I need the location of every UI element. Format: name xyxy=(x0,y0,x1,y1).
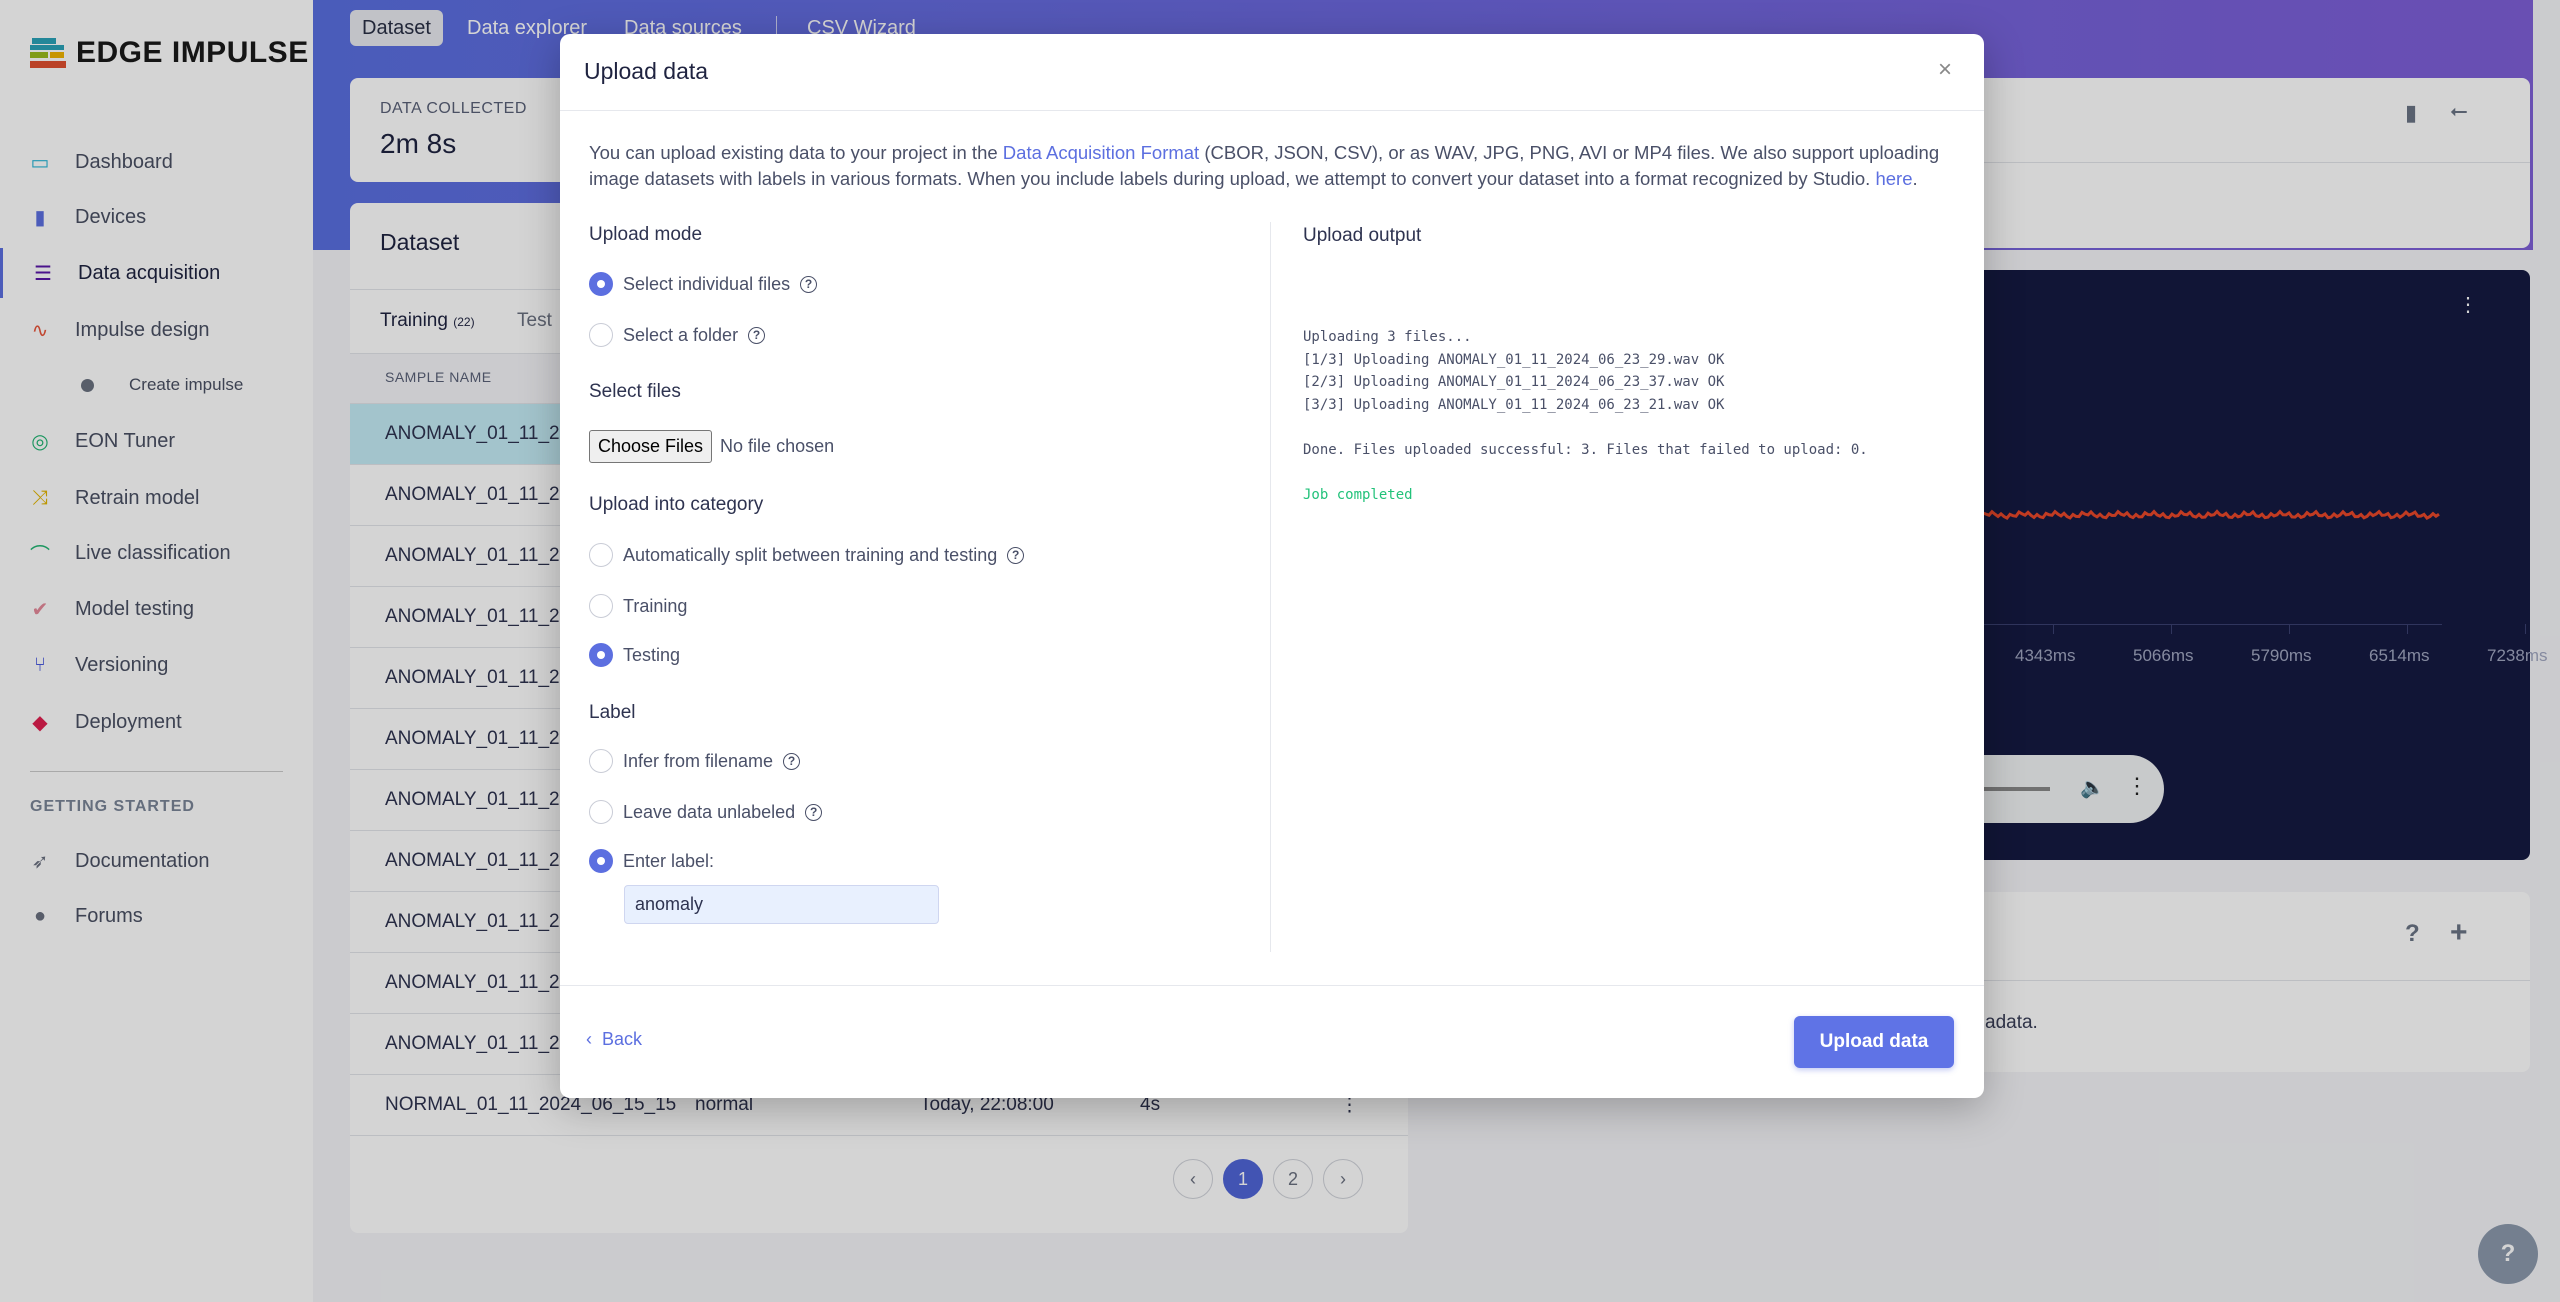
file-input[interactable]: Choose Files No file chosen xyxy=(589,430,834,463)
choose-files-button[interactable]: Choose Files xyxy=(589,430,713,463)
log-line: Uploading 3 files... xyxy=(1303,329,1472,345)
radio-training[interactable]: Training xyxy=(589,594,687,618)
upload-mode-heading: Upload mode xyxy=(589,224,703,245)
help-icon: ? xyxy=(748,326,766,344)
help-icon: ? xyxy=(800,275,818,293)
category-heading: Upload into category xyxy=(589,494,764,515)
radio-leave-unlabeled[interactable]: Leave data unlabeled? xyxy=(589,800,823,824)
radio-select-folder[interactable]: Select a folder? xyxy=(589,323,766,347)
radio-select-individual-files[interactable]: Select individual files? xyxy=(589,272,818,296)
log-line: Job completed xyxy=(1303,486,1413,503)
modal-description: You can upload existing data to your pro… xyxy=(589,142,1940,189)
label-heading: Label xyxy=(589,702,636,723)
log-line: [1/3] Uploading ANOMALY_01_11_2024_06_23… xyxy=(1303,351,1725,368)
radio-infer-from-filename[interactable]: Infer from filename? xyxy=(589,749,801,773)
here-link[interactable]: here xyxy=(1875,168,1912,189)
modal-title: Upload data xyxy=(584,58,709,84)
radio-auto-split[interactable]: Automatically split between training and… xyxy=(589,543,1025,567)
data-acquisition-format-link[interactable]: Data Acquisition Format xyxy=(1003,142,1199,163)
radio-enter-label[interactable]: Enter label: xyxy=(589,849,714,873)
log-line: [2/3] Uploading ANOMALY_01_11_2024_06_23… xyxy=(1303,374,1725,390)
select-files-heading: Select files xyxy=(589,381,681,402)
log-line: [3/3] Uploading ANOMALY_01_11_2024_06_23… xyxy=(1303,396,1725,413)
upload-data-button[interactable]: Upload data xyxy=(1794,1016,1954,1068)
log-line: Done. Files uploaded successful: 3. File… xyxy=(1303,441,1868,458)
help-icon: ? xyxy=(805,803,823,821)
radio-testing[interactable]: Testing xyxy=(589,643,680,667)
help-icon: ? xyxy=(1007,546,1025,564)
close-icon[interactable]: × xyxy=(1938,56,1952,84)
upload-output-heading: Upload output xyxy=(1303,225,1422,246)
back-button[interactable]: ‹ Back xyxy=(586,1029,642,1050)
upload-data-modal: Upload data × You can upload existing da… xyxy=(560,34,1984,1098)
help-icon: ? xyxy=(783,752,801,770)
upload-log: Uploading 3 files... [1/3] Uploading ANOM… xyxy=(1303,326,1868,506)
label-input[interactable] xyxy=(624,885,939,924)
no-file-text: No file chosen xyxy=(720,436,835,456)
